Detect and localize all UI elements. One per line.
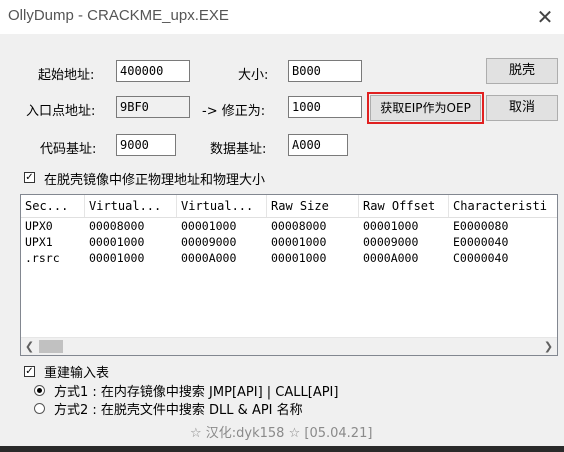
cell-raw-size: 00001000 [271, 235, 327, 249]
cell-section: UPX0 [25, 219, 53, 233]
header-raw-offset[interactable]: Raw Offset [359, 195, 449, 217]
entry-point-label: 入口点地址: [26, 104, 96, 119]
credits-footer: ☆ 汉化:dyk158 ☆ [05.04.21] [190, 426, 373, 441]
scroll-right-icon[interactable]: ❯ [540, 338, 557, 355]
modify-to-label: -> 修正为: [202, 104, 266, 119]
cell-characteristics: C0000040 [453, 251, 509, 265]
dump-button[interactable]: 脱壳 [486, 58, 558, 84]
ollydump-window: OllyDump - CRACKME_upx.EXE ✕ 起始地址: 40000… [0, 0, 564, 446]
cell-raw-offset: 0000A000 [363, 251, 419, 265]
cell-raw-offset: 00009000 [363, 235, 419, 249]
scroll-left-icon[interactable]: ❮ [21, 338, 38, 355]
horizontal-scrollbar[interactable]: ❮ ❯ [21, 337, 557, 355]
section-table[interactable]: Sec... Virtual... Virtual... Raw Size Ra… [20, 194, 558, 356]
method2-radio[interactable] [34, 403, 45, 414]
data-base-input[interactable]: A000 [288, 134, 348, 156]
fix-physical-checkbox[interactable]: ✓ [24, 172, 35, 183]
start-address-input[interactable]: 400000 [116, 60, 190, 82]
cell-virtual-offset: 00009000 [181, 235, 237, 249]
modify-to-input[interactable]: 1000 [288, 96, 362, 118]
cell-characteristics: E0000040 [453, 235, 509, 249]
start-address-label: 起始地址: [38, 68, 95, 83]
section-table-header: Sec... Virtual... Virtual... Raw Size Ra… [21, 195, 557, 218]
size-input[interactable]: B000 [288, 60, 362, 82]
fix-physical-label: 在脱壳镜像中修正物理地址和物理大小 [44, 173, 266, 188]
method1-label[interactable]: 方式1 : 在内存镜像中搜索 JMP[API] | CALL[API] [54, 381, 338, 400]
entry-point-input: 9BF0 [116, 96, 190, 118]
window-title: OllyDump - CRACKME_upx.EXE [8, 7, 229, 24]
cell-virtual-size: 00001000 [89, 251, 145, 265]
cell-raw-size: 00001000 [271, 251, 327, 265]
method1-radio[interactable] [34, 385, 45, 396]
cell-raw-offset: 00001000 [363, 219, 419, 233]
header-virtual-offset[interactable]: Virtual... [177, 195, 267, 217]
header-virtual-size[interactable]: Virtual... [85, 195, 177, 217]
cell-section: UPX1 [25, 235, 53, 249]
scroll-thumb[interactable] [39, 340, 63, 353]
size-label: 大小: [238, 68, 269, 83]
code-base-input[interactable]: 9000 [116, 134, 176, 156]
cancel-button[interactable]: 取消 [486, 95, 558, 121]
method2-label[interactable]: 方式2 : 在脱壳文件中搜索 DLL & API 名称 [54, 399, 303, 418]
cell-section: .rsrc [25, 251, 60, 265]
background-window-strip [0, 446, 564, 452]
table-row[interactable]: UPX0 00008000 00001000 00008000 00001000… [21, 218, 557, 234]
cell-raw-size: 00008000 [271, 219, 327, 233]
table-row[interactable]: .rsrc 00001000 0000A000 00001000 0000A00… [21, 250, 557, 266]
cell-virtual-size: 00001000 [89, 235, 145, 249]
rebuild-import-label: 重建输入表 [44, 366, 110, 381]
cell-virtual-size: 00008000 [89, 219, 145, 233]
cell-virtual-offset: 0000A000 [181, 251, 237, 265]
header-section[interactable]: Sec... [21, 195, 85, 217]
close-icon[interactable]: ✕ [532, 4, 558, 30]
cell-characteristics: E0000080 [453, 219, 509, 233]
header-raw-size[interactable]: Raw Size [267, 195, 359, 217]
rebuild-import-checkbox[interactable]: ✓ [24, 366, 35, 377]
table-row[interactable]: UPX1 00001000 00009000 00001000 00009000… [21, 234, 557, 250]
cell-virtual-offset: 00001000 [181, 219, 237, 233]
data-base-label: 数据基址: [210, 142, 267, 157]
code-base-label: 代码基址: [40, 142, 97, 157]
title-bar[interactable]: OllyDump - CRACKME_upx.EXE ✕ [0, 0, 564, 34]
header-characteristics[interactable]: Characteristi [449, 195, 557, 217]
get-eip-as-oep-button[interactable]: 获取EIP作为OEP [367, 92, 484, 124]
